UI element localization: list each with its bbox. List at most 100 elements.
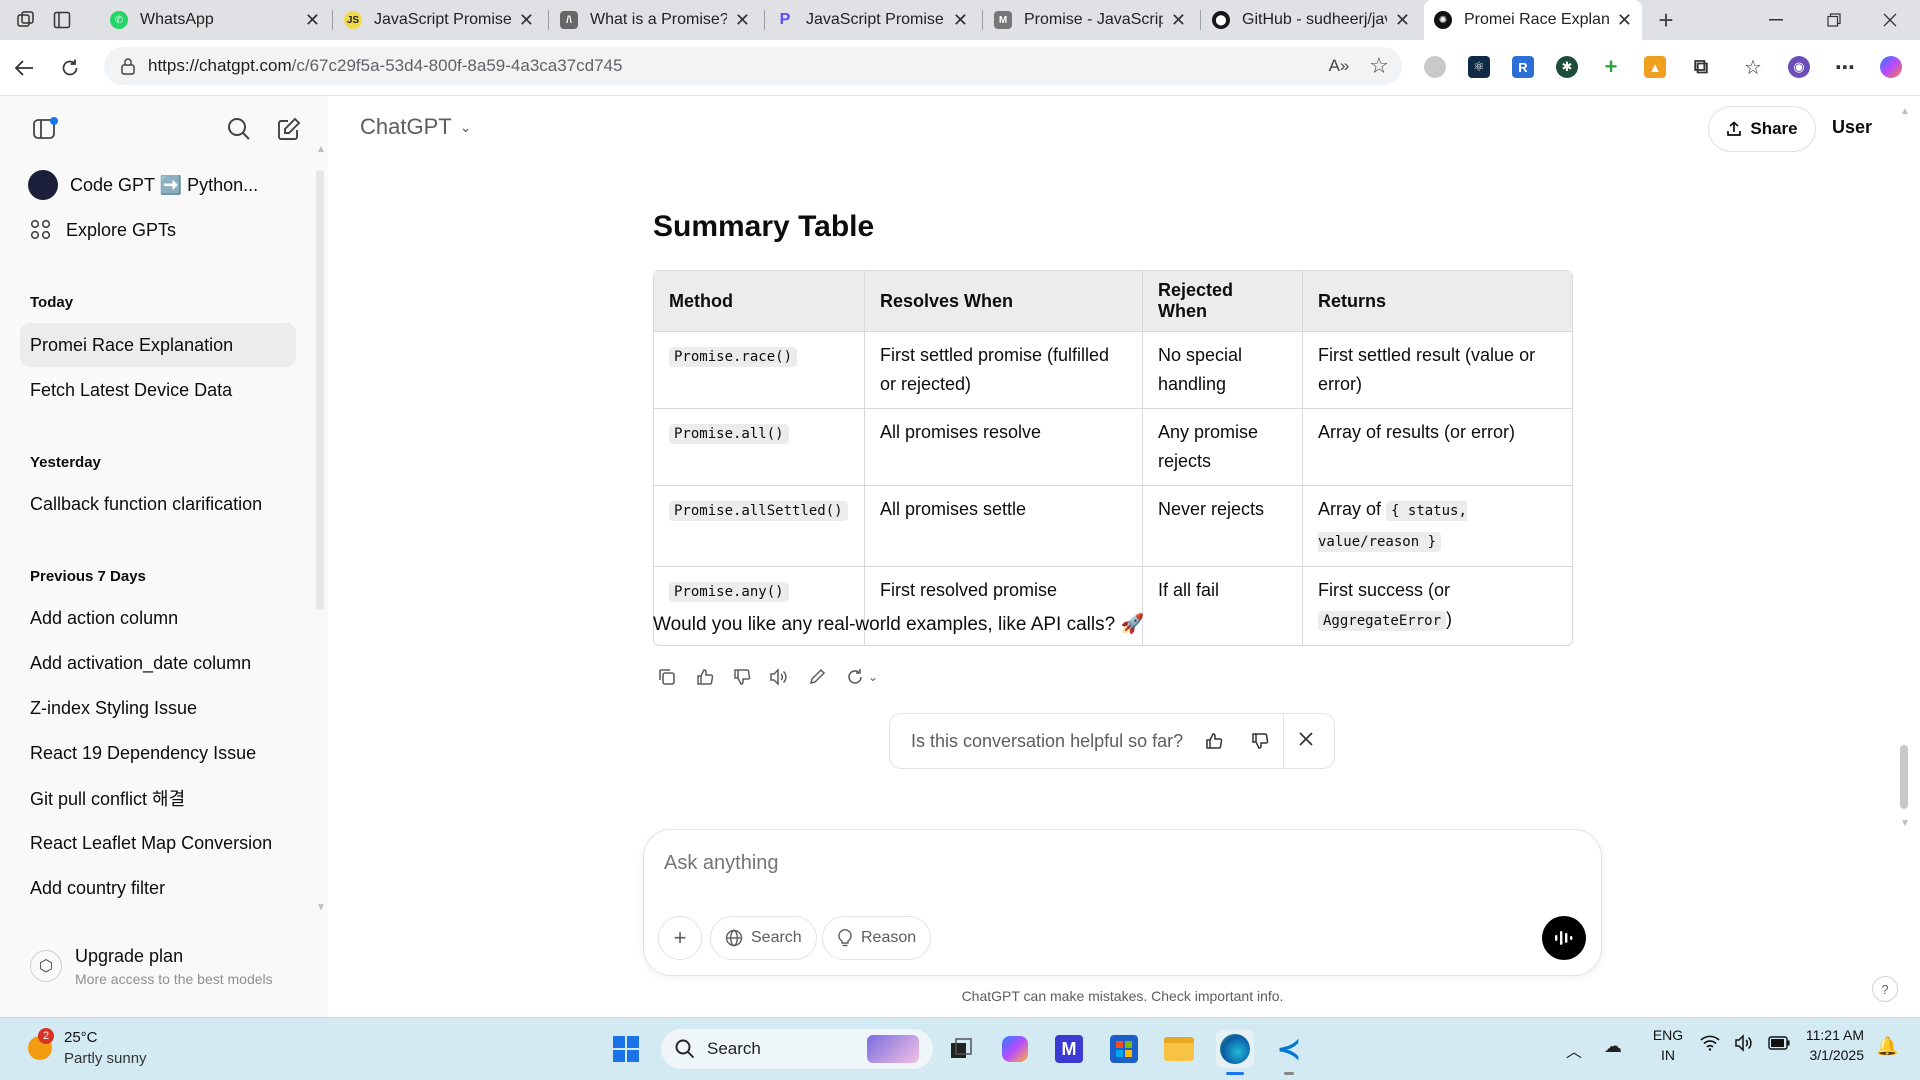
sidebar-item-chat[interactable]: Add country filter xyxy=(20,866,296,910)
share-button[interactable]: Share xyxy=(1708,106,1816,152)
sidebar-item-chat[interactable]: React Leaflet Map Conversion xyxy=(20,821,296,865)
profile-avatar-icon[interactable]: ◉ xyxy=(1788,56,1810,78)
close-tab-icon[interactable]: ✕ xyxy=(735,10,750,31)
extension-icon[interactable] xyxy=(1424,56,1446,78)
edge-browser-icon[interactable] xyxy=(1216,1030,1254,1075)
more-options-icon[interactable]: ⋯ xyxy=(1834,56,1856,79)
sidebar-item-explore-gpts[interactable]: Explore GPTs xyxy=(20,208,296,252)
thumbs-up-icon[interactable] xyxy=(1205,732,1223,750)
close-tab-icon[interactable]: ✕ xyxy=(1171,10,1186,31)
scroll-down-icon[interactable]: ▼ xyxy=(1900,818,1910,829)
model-selector[interactable]: ChatGPT ⌄ xyxy=(360,114,471,140)
scroll-up-icon[interactable]: ▲ xyxy=(1900,106,1910,117)
file-explorer-icon[interactable] xyxy=(1160,1030,1198,1068)
browser-tab-js-promises[interactable]: JS JavaScript Promises ✕ xyxy=(334,0,544,40)
browser-tab-chatgpt-active[interactable]: ✺ Promei Race Explanat ✕ xyxy=(1424,0,1642,40)
sidebar-item-chat[interactable]: Add action column xyxy=(20,596,296,640)
task-view-icon[interactable] xyxy=(942,1030,980,1068)
new-tab-icon[interactable]: + xyxy=(1652,5,1680,35)
extension-plus-icon[interactable]: + xyxy=(1600,54,1622,79)
new-chat-icon[interactable] xyxy=(274,114,304,144)
close-window-icon[interactable] xyxy=(1876,6,1904,34)
sidebar-item-chat[interactable]: Git pull conflict 해결 xyxy=(20,776,296,820)
browser-tab-what-is-promise[interactable]: /\ What is a Promise? Ja ✕ xyxy=(550,0,760,40)
search-icon[interactable] xyxy=(224,114,254,144)
help-icon[interactable]: ? xyxy=(1872,976,1898,1002)
vscode-icon[interactable]: ≺ xyxy=(1270,1030,1308,1075)
user-avatar[interactable]: User xyxy=(1832,117,1872,138)
close-tab-icon[interactable]: ✕ xyxy=(305,10,320,31)
clock[interactable]: 11:21 AM 3/1/2025 xyxy=(1790,1027,1864,1063)
sidebar-item-chat[interactable]: Z-index Styling Issue xyxy=(20,686,296,730)
copilot-icon[interactable] xyxy=(1880,56,1902,78)
notifications-bell-icon[interactable]: 🔔 xyxy=(1876,1036,1898,1057)
edit-canvas-icon[interactable] xyxy=(802,662,832,692)
favorites-icon[interactable]: ☆ xyxy=(1742,56,1764,79)
sidebar-toggle-icon[interactable] xyxy=(30,114,60,144)
show-hidden-icons[interactable]: ︿ xyxy=(1566,1038,1582,1062)
extension-gear-icon[interactable]: ✱ xyxy=(1556,56,1578,78)
sidebar-scrollbar[interactable] xyxy=(316,170,324,610)
taskbar-search[interactable]: Search xyxy=(661,1029,933,1069)
extensions-icon[interactable]: ⧉ xyxy=(1690,56,1712,78)
tab-title: GitHub - sudheerj/jav xyxy=(1242,11,1387,28)
prompt-input[interactable] xyxy=(664,848,1564,878)
sidebar-item-chat[interactable]: React 19 Dependency Issue xyxy=(20,731,296,775)
page-scrollbar-thumb[interactable] xyxy=(1900,745,1908,809)
table-row: Promise.race() First settled promise (fu… xyxy=(654,332,1572,409)
thumbs-down-icon[interactable] xyxy=(1251,732,1269,750)
extension-r-icon[interactable]: R xyxy=(1512,56,1534,78)
thumbs-up-icon[interactable] xyxy=(690,662,720,692)
regenerate-icon[interactable]: ⌄ xyxy=(840,662,884,692)
close-tab-icon[interactable]: ✕ xyxy=(1617,10,1632,31)
scroll-down-icon[interactable]: ▼ xyxy=(316,902,326,913)
browser-tab-mdn-promise[interactable]: M Promise - JavaScript | ✕ xyxy=(984,0,1196,40)
sidebar-item-chat[interactable]: Add activation_date column xyxy=(20,641,296,685)
thumbs-down-icon[interactable] xyxy=(727,662,757,692)
battery-icon xyxy=(1768,1036,1790,1050)
read-aloud-icon[interactable] xyxy=(764,662,794,692)
close-tab-icon[interactable]: ✕ xyxy=(1395,10,1410,31)
workspaces-icon[interactable] xyxy=(14,8,38,32)
search-toggle-button[interactable]: Search xyxy=(710,916,817,960)
whatsapp-icon: ✆ xyxy=(110,11,128,29)
upgrade-plan-button[interactable]: ⬡ Upgrade plan More access to the best m… xyxy=(20,938,310,998)
address-bar[interactable]: https://chatgpt.com/c/67c29f5a-53d4-800f… xyxy=(104,47,1402,85)
attach-button[interactable]: + xyxy=(658,916,702,960)
minimize-icon[interactable] xyxy=(1762,6,1790,34)
app-m-icon[interactable]: M xyxy=(1050,1030,1088,1068)
sidebar-item-chat[interactable]: Callback function clarification xyxy=(20,482,296,526)
upgrade-subtitle: More access to the best models xyxy=(75,971,273,987)
browser-tab-github[interactable]: ⬤ GitHub - sudheerj/jav ✕ xyxy=(1202,0,1420,40)
sidebar-item-code-gpt[interactable]: Code GPT ➡️ Python... xyxy=(20,163,296,207)
back-icon[interactable] xyxy=(10,54,38,82)
onedrive-cloud-icon[interactable]: ☁ xyxy=(1604,1036,1622,1057)
favorite-star-icon[interactable]: ☆ xyxy=(1368,53,1390,78)
copilot-app-icon[interactable] xyxy=(996,1030,1034,1068)
reason-toggle-button[interactable]: Reason xyxy=(822,916,932,960)
extension-drive-icon[interactable]: ▲ xyxy=(1644,56,1666,78)
refresh-icon[interactable] xyxy=(56,54,84,82)
sidebar-item-chat[interactable]: Fetch Latest Device Data xyxy=(20,368,296,412)
sidebar-item-chat[interactable]: Promei Race Explanation xyxy=(20,323,296,367)
read-aloud-icon[interactable]: A» xyxy=(1328,55,1350,77)
copy-icon[interactable] xyxy=(652,662,682,692)
voice-mode-button[interactable] xyxy=(1542,916,1586,960)
system-tray[interactable] xyxy=(1700,1034,1790,1052)
language-indicator[interactable]: ENG IN xyxy=(1650,1027,1686,1063)
browser-tab-promise-and[interactable]: P JavaScript Promise an ✕ xyxy=(766,0,978,40)
weather-widget[interactable]: 2 xyxy=(26,1028,56,1064)
restore-icon[interactable] xyxy=(1820,6,1848,34)
start-button[interactable] xyxy=(607,1030,645,1068)
clock-date: 3/1/2025 xyxy=(1809,1047,1865,1063)
browser-tab-whatsapp[interactable]: ✆ WhatsApp ✕ xyxy=(100,0,330,40)
close-tab-icon[interactable]: ✕ xyxy=(953,10,968,31)
resolves-cell: All promises resolve xyxy=(865,409,1143,486)
microsoft-store-icon[interactable] xyxy=(1105,1030,1143,1068)
tab-actions-icon[interactable] xyxy=(50,8,74,32)
resolves-cell: First settled promise (fulfilled or reje… xyxy=(865,332,1143,409)
extension-react-icon[interactable]: ⚛ xyxy=(1468,56,1490,78)
close-tab-icon[interactable]: ✕ xyxy=(519,10,534,31)
scroll-up-icon[interactable]: ▲ xyxy=(316,144,326,155)
close-icon[interactable] xyxy=(1298,731,1314,747)
